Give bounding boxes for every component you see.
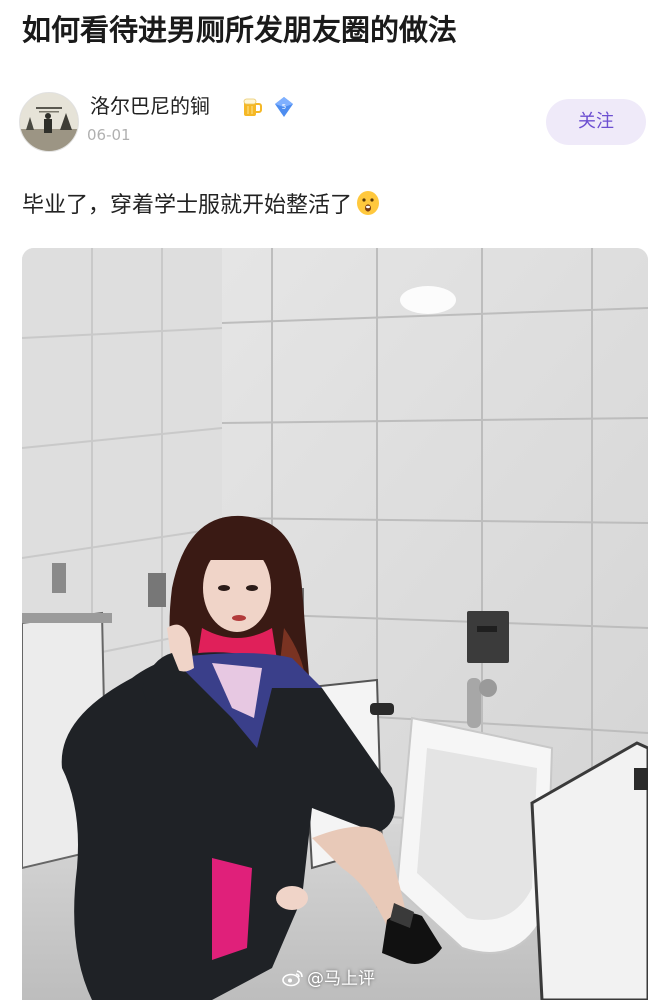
author-name[interactable]: 洛尔巴尼的锏 — [90, 92, 210, 120]
post-text: 毕业了，穿着学士服就开始整活了 — [22, 189, 380, 223]
beer-mug-icon — [243, 98, 262, 116]
watermark: @马上评 — [282, 968, 375, 990]
restroom-photo — [22, 248, 648, 1000]
avatar[interactable] — [19, 92, 79, 152]
svg-text:5: 5 — [282, 103, 286, 111]
post-date: 06-01 — [87, 126, 131, 144]
weibo-icon — [282, 970, 303, 987]
post-text-content: 毕业了，穿着学士服就开始整活了 — [22, 193, 353, 218]
post-photo[interactable] — [22, 248, 648, 1000]
follow-button[interactable]: 关注 — [546, 99, 646, 145]
watermark-text: @马上评 — [307, 969, 375, 989]
vip-diamond-icon: 5 — [275, 97, 293, 117]
page-title: 如何看待进男厕所发朋友圈的做法 — [22, 13, 458, 47]
grimace-emoji-icon — [357, 191, 380, 215]
avatar-image — [20, 93, 78, 151]
